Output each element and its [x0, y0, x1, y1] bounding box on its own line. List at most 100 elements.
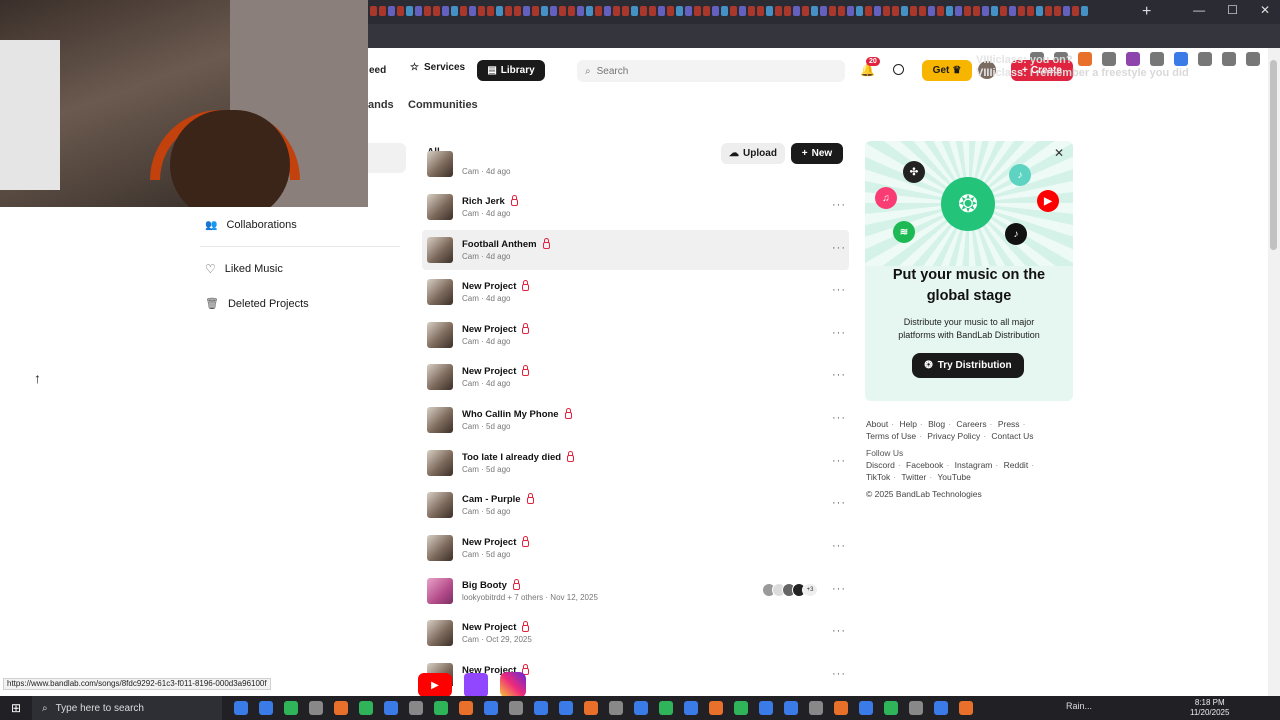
footer-link-careers[interactable]: Careers — [956, 419, 986, 429]
footer-link-blog[interactable]: Blog — [928, 419, 945, 429]
more-options-icon[interactable]: ··· — [832, 540, 846, 552]
windows-start-icon[interactable]: ⊞ — [0, 696, 32, 720]
project-row[interactable]: New Project Cam · 4d ago ··· — [422, 315, 849, 355]
twitch-icon — [464, 673, 488, 697]
page-scrollbar[interactable] — [1268, 48, 1280, 696]
project-title[interactable]: New Project — [462, 323, 530, 335]
window-controls: — ☐ ✕ — [1193, 3, 1270, 17]
nav-library-button[interactable]: ▤ Library — [477, 60, 545, 81]
crown-icon: ♛ — [952, 65, 962, 76]
messages-icon[interactable] — [893, 64, 904, 75]
scrollbar-thumb[interactable] — [1270, 60, 1277, 250]
taskbar-apps[interactable] — [234, 701, 973, 715]
get-membership-button[interactable]: Get ♛ — [922, 60, 972, 81]
project-title[interactable]: Big Booty — [462, 579, 520, 591]
footer-link-help[interactable]: Help — [899, 419, 916, 429]
project-row[interactable]: Big Booty lookyobitrdd + 7 others · Nov … — [422, 571, 849, 611]
search-input[interactable] — [596, 65, 827, 77]
youtube-music-icon: ▶ — [1037, 190, 1059, 212]
footer-link-reddit[interactable]: Reddit — [1004, 460, 1029, 470]
promo-title: Put your music on the global stage — [865, 265, 1073, 307]
footer-link-facebook[interactable]: Facebook — [906, 460, 943, 470]
more-options-icon[interactable]: ··· — [832, 199, 846, 211]
project-row[interactable]: New Project Cam · 4d ago ··· — [422, 357, 849, 397]
try-distribution-label: Try Distribution — [937, 360, 1012, 371]
search-bar[interactable]: ⌕ — [577, 60, 845, 82]
close-window-icon[interactable]: ✕ — [1260, 3, 1270, 17]
sidebar-item-label: Collaborations — [226, 219, 297, 231]
footer-link-press[interactable]: Press — [998, 419, 1020, 429]
project-title[interactable]: Too late I already died — [462, 451, 575, 463]
subnav-communities[interactable]: Communities — [408, 99, 478, 111]
project-row[interactable]: Football Anthem Cam · 4d ago ··· — [422, 230, 849, 270]
sidebar-item-collaborations[interactable]: 👥 Collaborations — [205, 219, 297, 231]
project-title[interactable]: Football Anthem — [462, 238, 550, 250]
trash-icon: 🗑 — [205, 298, 219, 310]
project-title[interactable]: New Project — [462, 280, 530, 292]
footer-link-twitter[interactable]: Twitter — [901, 472, 926, 482]
more-options-icon[interactable]: ··· — [832, 369, 846, 381]
lock-icon — [564, 408, 572, 419]
more-options-icon[interactable]: ··· — [832, 455, 846, 467]
taskbar-weather[interactable]: Rain... — [1066, 701, 1092, 711]
more-options-icon[interactable]: ··· — [832, 668, 846, 680]
footer-link-youtube[interactable]: YouTube — [937, 472, 970, 482]
footer-link-privacy[interactable]: Privacy Policy — [927, 431, 980, 441]
youtube-icon: ▶ — [418, 673, 452, 697]
nav-feed[interactable]: eed — [369, 65, 386, 76]
sidebar-selected-highlight — [368, 143, 406, 173]
minimize-icon[interactable]: — — [1193, 3, 1205, 17]
more-options-icon[interactable]: ··· — [832, 497, 846, 509]
footer-link-tiktok[interactable]: TikTok — [866, 472, 890, 482]
try-distribution-button[interactable]: ❂ Try Distribution — [912, 353, 1024, 378]
lock-icon — [510, 195, 518, 206]
project-row[interactable]: Cam · 4d ago — [422, 151, 849, 178]
footer-link-discord[interactable]: Discord — [866, 460, 895, 470]
sidebar-item-label: Liked Music — [224, 263, 283, 275]
footer-link-terms[interactable]: Terms of Use — [866, 431, 916, 441]
library-label: Library — [500, 65, 535, 76]
collaborator-avatars[interactable]: +3 — [762, 583, 818, 597]
get-label: Get — [932, 65, 950, 76]
footer-link-instagram[interactable]: Instagram — [955, 460, 993, 470]
project-title[interactable]: Cam - Purple — [462, 493, 534, 505]
project-row[interactable]: Who Callin My Phone Cam · 5d ago ··· — [422, 400, 849, 440]
project-title[interactable]: New Project — [462, 365, 530, 377]
project-title[interactable]: Rich Jerk — [462, 195, 518, 207]
taskbar-clock[interactable]: 8:18 PM 11/20/2025 — [1190, 698, 1229, 718]
project-thumbnail — [427, 194, 453, 220]
scroll-to-top-icon[interactable]: ↑ — [34, 370, 41, 386]
project-thumbnail — [427, 279, 453, 305]
project-row[interactable]: New Project Cam · 4d ago ··· — [422, 272, 849, 312]
project-title[interactable]: New Project — [462, 621, 530, 633]
more-options-icon[interactable]: ··· — [832, 583, 846, 595]
footer-link-about[interactable]: About — [866, 419, 888, 429]
taskbar-search[interactable]: ⌕ Type here to search — [32, 696, 222, 720]
project-title[interactable]: New Project — [462, 536, 530, 548]
new-tab-button[interactable]: + — [1142, 3, 1151, 21]
project-row[interactable]: Rich Jerk Cam · 4d ago ··· — [422, 187, 849, 227]
project-row[interactable]: Too late I already died Cam · 5d ago ··· — [422, 443, 849, 483]
nav-services[interactable]: ☆ Services — [410, 62, 465, 73]
sidebar-item-deleted-projects[interactable]: 🗑 Deleted Projects — [205, 297, 309, 311]
more-options-icon[interactable]: ··· — [832, 625, 846, 637]
browser-tabs[interactable] — [370, 6, 1130, 18]
more-options-icon[interactable]: ··· — [832, 242, 846, 254]
star-icon: ☆ — [410, 62, 419, 73]
project-meta: Cam · 4d ago — [462, 337, 511, 346]
more-options-icon[interactable]: ··· — [832, 284, 846, 296]
subnav-bands[interactable]: ands — [368, 99, 394, 111]
sidebar-item-liked-music[interactable]: ♡ Liked Music — [205, 262, 283, 276]
more-options-icon[interactable]: ··· — [832, 327, 846, 339]
project-row[interactable]: Cam - Purple Cam · 5d ago ··· — [422, 485, 849, 525]
more-options-icon[interactable]: ··· — [832, 412, 846, 424]
project-title[interactable]: Who Callin My Phone — [462, 408, 572, 420]
project-thumbnail — [427, 322, 453, 348]
project-row[interactable]: New Project Cam · 5d ago ··· — [422, 528, 849, 568]
project-row[interactable]: New Project Cam · Oct 29, 2025 ··· — [422, 613, 849, 653]
footer-link-contact[interactable]: Contact Us — [991, 431, 1033, 441]
close-icon[interactable]: ✕ — [1054, 146, 1064, 160]
webcam-overlay — [0, 0, 368, 207]
maximize-icon[interactable]: ☐ — [1227, 3, 1238, 17]
sidebar-divider — [200, 246, 400, 247]
